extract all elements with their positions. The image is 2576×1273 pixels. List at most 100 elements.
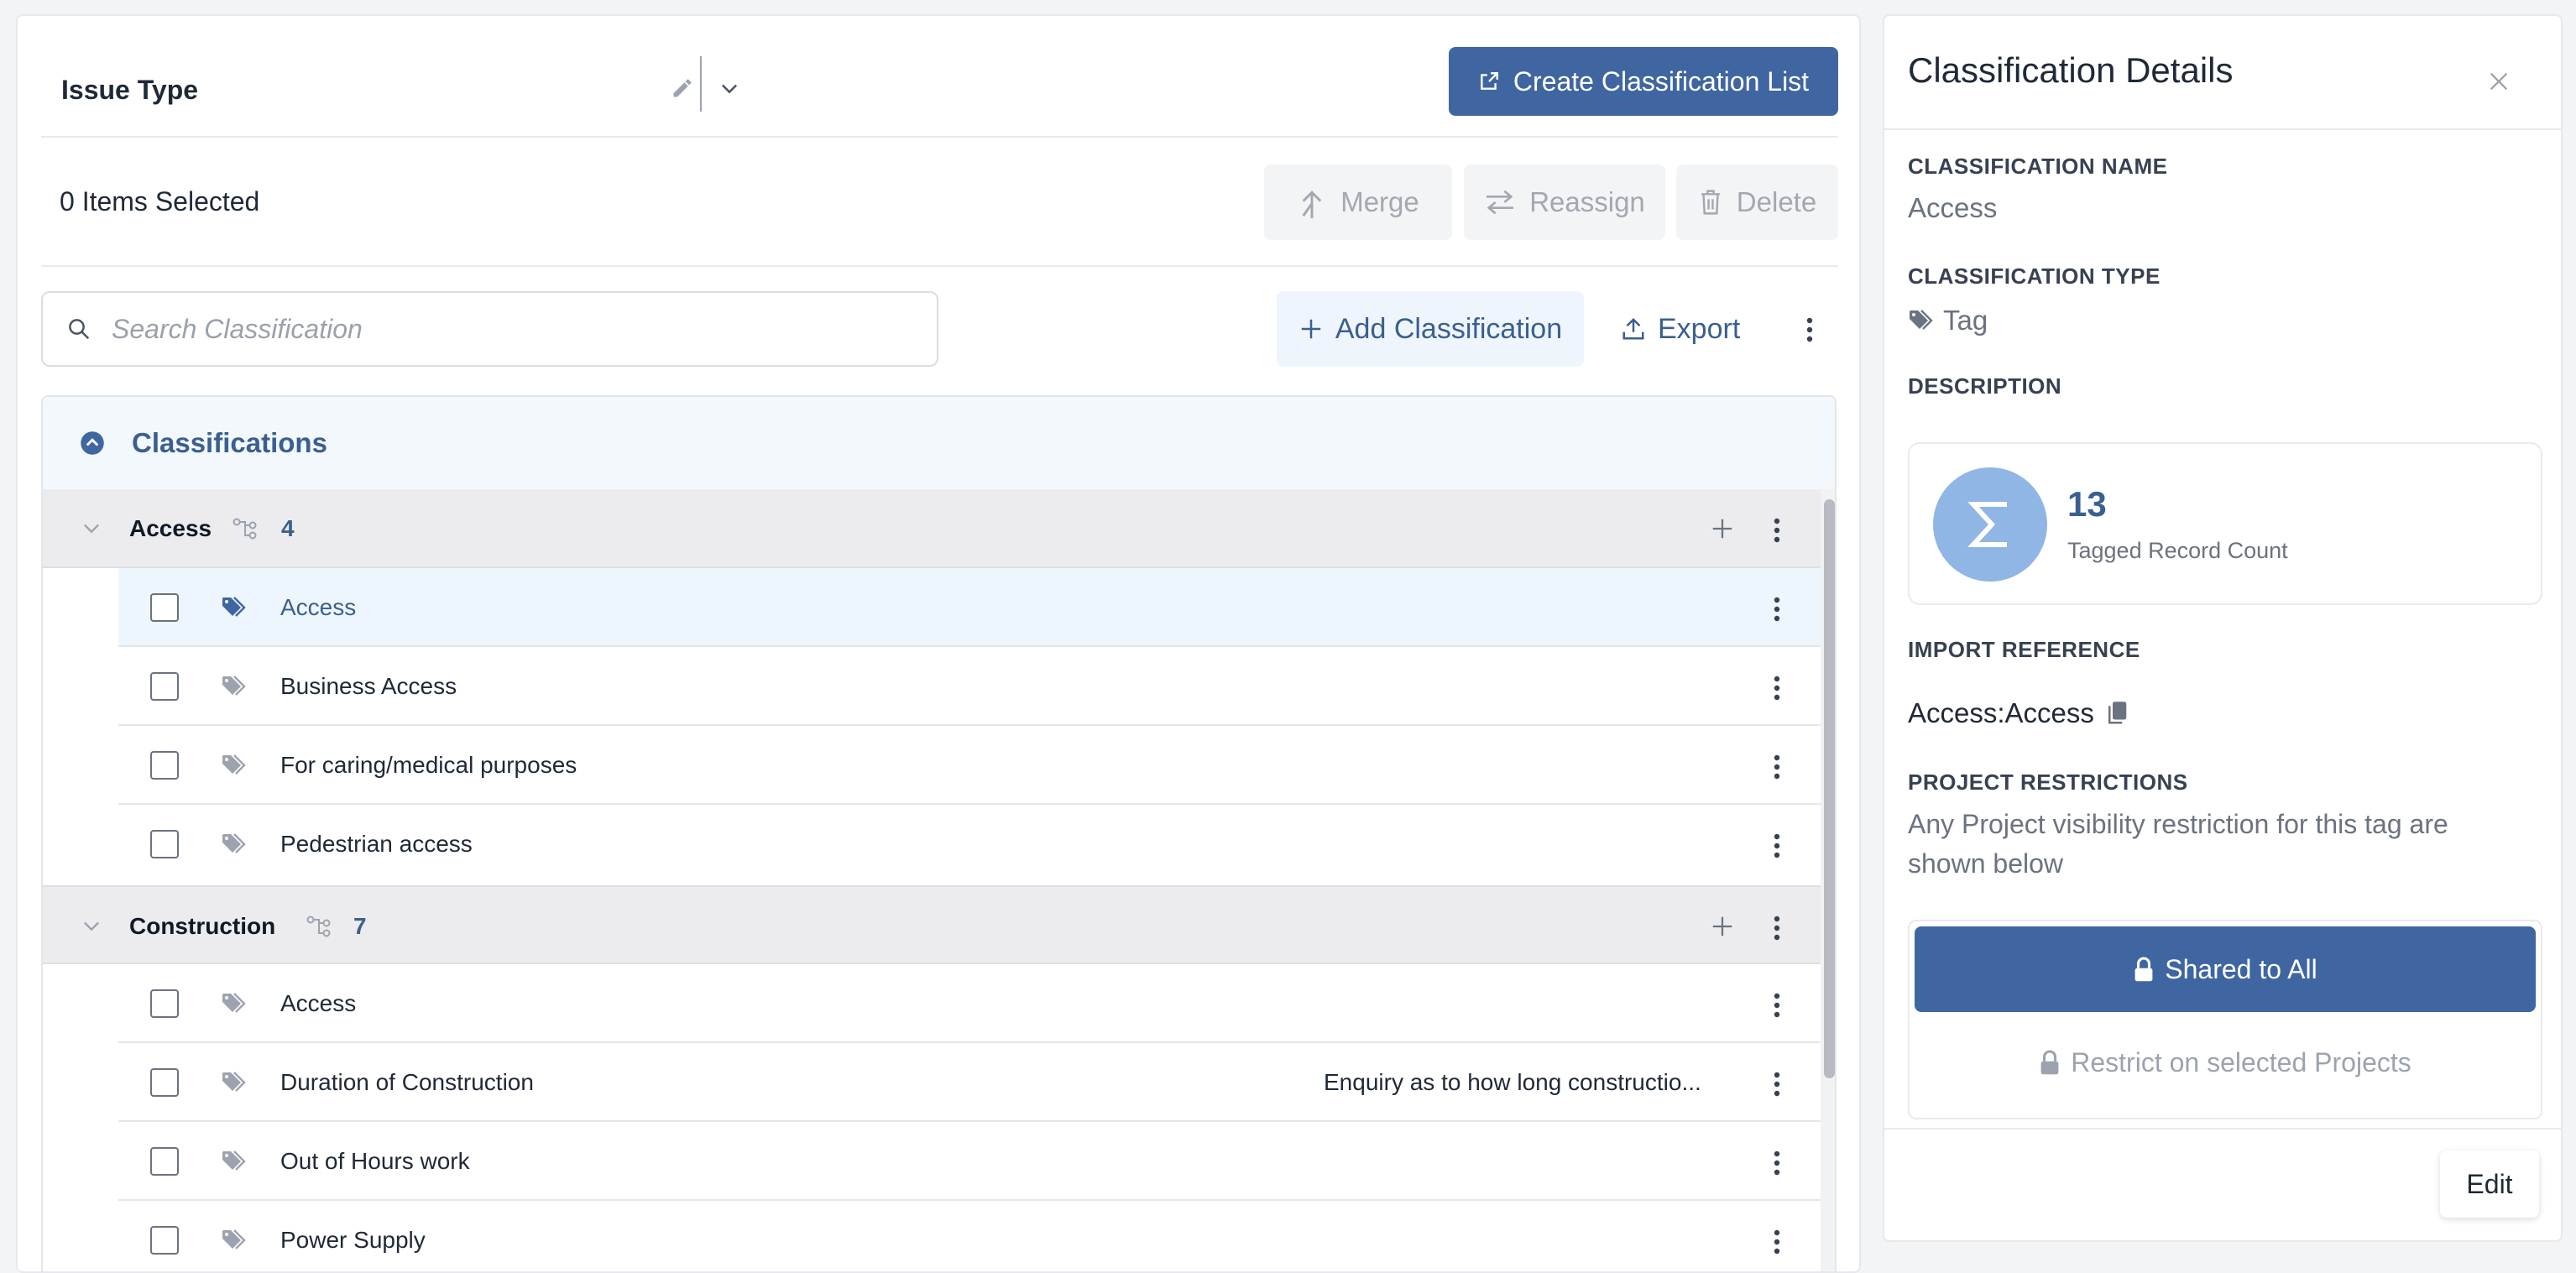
- tagged-record-count: 13: [2067, 484, 2107, 524]
- list-item[interactable]: Access: [118, 568, 1821, 647]
- import-reference-value: Access:Access: [1908, 697, 2094, 728]
- row-checkbox[interactable]: [150, 1226, 179, 1255]
- classification-type-label: CLASSIFICATION TYPE: [1908, 263, 2161, 289]
- divider: [1884, 1128, 2561, 1130]
- tag-icon: [1908, 309, 1936, 332]
- search-field[interactable]: [41, 291, 938, 367]
- more-options-icon[interactable]: [1774, 518, 1780, 543]
- tag-icon: [221, 1229, 249, 1252]
- list-item[interactable]: For caring/medical purposes: [118, 726, 1821, 805]
- classification-type-value: Tag: [1943, 305, 1988, 336]
- list-item[interactable]: Out of Hours work: [118, 1122, 1821, 1201]
- shared-to-all-button[interactable]: Shared to All: [1915, 926, 2536, 1012]
- tree-root-header[interactable]: Classifications: [43, 397, 1835, 489]
- hierarchy-icon: [306, 916, 332, 937]
- item-label: Out of Hours work: [280, 1148, 470, 1174]
- more-options-icon[interactable]: [1774, 754, 1780, 780]
- tag-icon: [221, 832, 249, 856]
- copy-icon[interactable]: [2106, 701, 2128, 726]
- details-title: Classification Details: [1908, 50, 2234, 90]
- list-title: Issue Type: [61, 75, 199, 105]
- item-label: Business Access: [280, 673, 457, 699]
- lock-icon: [2133, 956, 2155, 983]
- items-selected-count: 0 Items Selected: [60, 186, 260, 217]
- close-icon[interactable]: [2482, 65, 2516, 98]
- tree-root-label: Classifications: [132, 427, 327, 458]
- merge-icon: [1297, 184, 1327, 221]
- more-options-icon[interactable]: [1774, 833, 1780, 858]
- row-checkbox[interactable]: [150, 830, 179, 858]
- more-options-icon[interactable]: [1774, 1072, 1780, 1097]
- list-item[interactable]: Pedestrian access: [118, 805, 1821, 884]
- group-row[interactable]: Construction 7: [43, 885, 1821, 964]
- row-checkbox[interactable]: [150, 751, 179, 780]
- divider: [1884, 128, 2561, 130]
- group-name: Construction: [129, 913, 276, 939]
- divider: [41, 136, 1838, 138]
- tag-icon: [221, 1150, 249, 1173]
- edit-button[interactable]: Edit: [2440, 1150, 2539, 1218]
- item-label: Access: [280, 990, 357, 1016]
- more-options-icon[interactable]: [1774, 1229, 1780, 1255]
- create-classification-list-button[interactable]: Create Classification List: [1449, 47, 1838, 116]
- row-checkbox[interactable]: [150, 1147, 179, 1176]
- scrollbar-thumb[interactable]: [1824, 499, 1835, 1078]
- plus-icon: [1298, 316, 1324, 342]
- classification-tree: Classifications Access 4 Access Business…: [41, 395, 1837, 1271]
- reassign-button[interactable]: Reassign: [1464, 164, 1665, 240]
- tag-icon: [221, 1071, 249, 1094]
- group-count: 4: [281, 515, 295, 541]
- tag-icon: [221, 992, 249, 1015]
- classification-name-label: CLASSIFICATION NAME: [1908, 154, 2168, 179]
- restrict-selected-projects-button[interactable]: Restrict on selected Projects: [1915, 1027, 2536, 1098]
- tag-icon: [221, 754, 249, 777]
- pencil-icon[interactable]: [666, 63, 699, 113]
- list-item[interactable]: Duration of Construction Enquiry as to h…: [118, 1043, 1821, 1122]
- collapse-circle-icon[interactable]: [80, 430, 105, 456]
- delete-button[interactable]: Delete: [1676, 164, 1838, 240]
- import-reference: Access:Access: [1908, 697, 2128, 729]
- list-item[interactable]: Power Supply: [118, 1201, 1821, 1271]
- list-item[interactable]: Business Access: [118, 647, 1821, 726]
- chevron-down-icon[interactable]: [80, 914, 103, 937]
- more-options-icon[interactable]: [1774, 676, 1780, 701]
- upload-icon: [1621, 316, 1646, 342]
- tag-icon: [221, 675, 249, 698]
- project-restrictions-label: PROJECT RESTRICTIONS: [1908, 770, 2188, 795]
- lock-icon: [2039, 1049, 2061, 1076]
- search-icon: [66, 316, 91, 342]
- item-label: Duration of Construction: [280, 1069, 534, 1095]
- trash-icon: [1698, 188, 1723, 217]
- tag-icon: [221, 596, 249, 619]
- export-button[interactable]: Export: [1621, 291, 1772, 367]
- more-options-icon[interactable]: [1774, 993, 1780, 1018]
- merge-button[interactable]: Merge: [1264, 164, 1452, 240]
- more-options-icon[interactable]: [1774, 597, 1780, 622]
- tagged-record-count-caption: Tagged Record Count: [2067, 538, 2288, 563]
- add-icon[interactable]: [1710, 516, 1735, 541]
- group-row[interactable]: Access 4: [43, 489, 1821, 568]
- row-checkbox[interactable]: [150, 1068, 179, 1097]
- item-label: Power Supply: [280, 1227, 426, 1253]
- more-options-icon[interactable]: [1797, 311, 1822, 348]
- item-label: Pedestrian access: [280, 831, 473, 857]
- classification-type: Tag: [1908, 305, 1988, 337]
- list-item[interactable]: Access: [118, 964, 1821, 1043]
- search-input[interactable]: [110, 312, 869, 346]
- chevron-down-icon[interactable]: [711, 63, 748, 113]
- divider: [41, 265, 1838, 267]
- row-checkbox[interactable]: [150, 593, 179, 622]
- classification-name-value: Access: [1908, 192, 1998, 223]
- description-label: DESCRIPTION: [1908, 373, 2062, 399]
- row-checkbox[interactable]: [150, 672, 179, 701]
- add-icon[interactable]: [1710, 914, 1735, 939]
- group-name: Access: [129, 515, 212, 541]
- row-checkbox[interactable]: [150, 989, 179, 1018]
- more-options-icon[interactable]: [1774, 916, 1780, 941]
- sigma-icon: [1933, 467, 2047, 582]
- item-label: For caring/medical purposes: [280, 752, 577, 778]
- restriction-options: Shared to All Restrict on selected Proje…: [1908, 920, 2542, 1119]
- add-classification-button[interactable]: Add Classification: [1277, 291, 1584, 367]
- chevron-down-icon[interactable]: [80, 516, 103, 540]
- more-options-icon[interactable]: [1774, 1150, 1780, 1176]
